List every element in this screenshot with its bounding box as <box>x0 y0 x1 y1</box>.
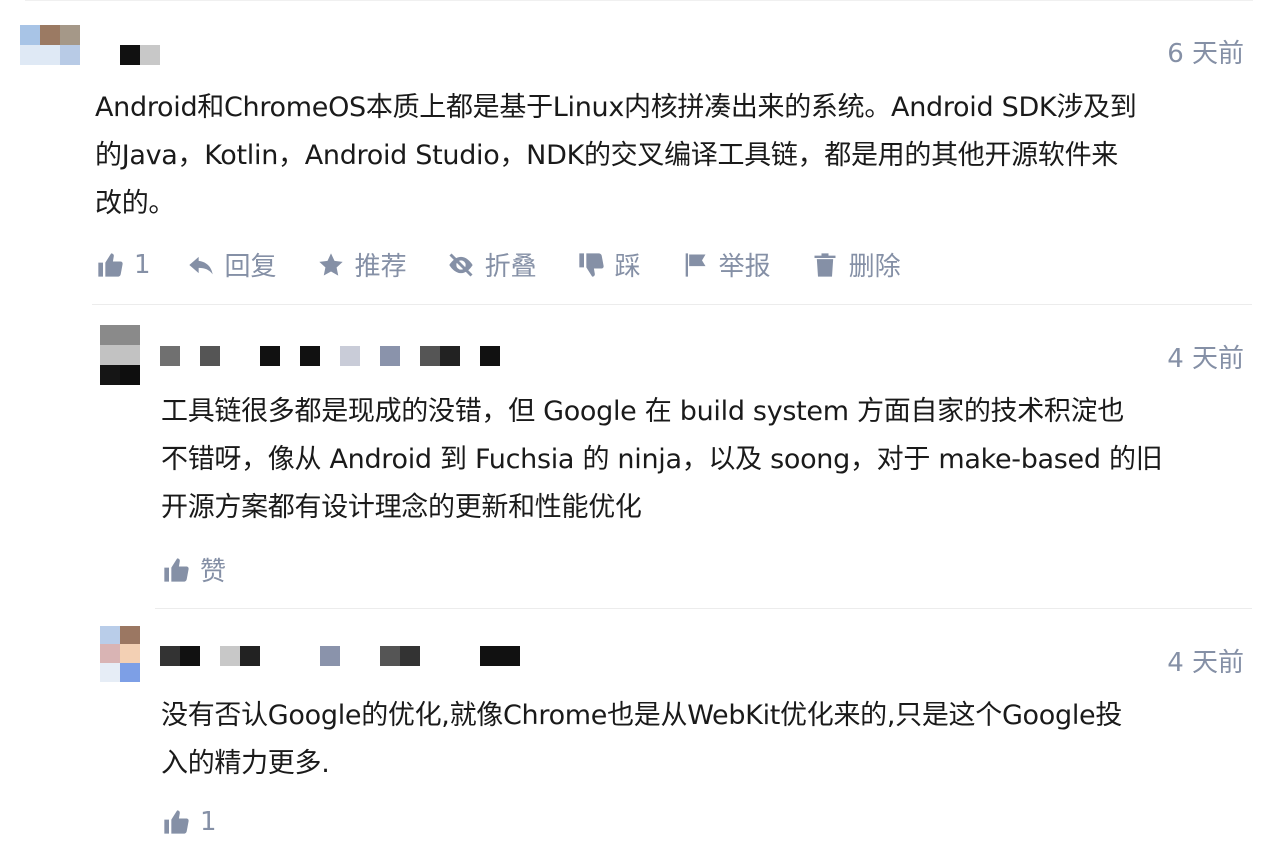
star-plus-icon <box>318 252 343 276</box>
divider <box>92 304 1252 305</box>
delete-button[interactable]: 删除 <box>811 246 901 283</box>
comment-line: 没有否认Google的优化,就像Chrome也是从WebKit优化来的,只是这个… <box>161 700 1123 731</box>
avatar[interactable] <box>100 626 140 682</box>
flag-icon <box>685 252 706 277</box>
comment-actions: 赞 <box>162 551 266 588</box>
comment-line: 的Java，Kotlin，Android Studio，NDK的交叉编译工具链，… <box>95 140 1118 171</box>
report-button[interactable]: 举报 <box>681 246 771 283</box>
comment-line: 开源方案都有设计理念的更新和性能优化 <box>161 492 642 523</box>
like-label: 赞 <box>200 557 227 587</box>
fold-button[interactable]: 折叠 <box>447 246 537 283</box>
username[interactable] <box>120 45 160 65</box>
like-button[interactable]: 1 <box>96 250 151 280</box>
top-divider <box>25 0 1253 1</box>
recommend-button[interactable]: 推荐 <box>317 246 407 283</box>
avatar[interactable] <box>20 25 80 65</box>
downvote-label: 踩 <box>614 252 641 282</box>
report-label: 举报 <box>718 252 771 282</box>
eye-slash-icon <box>448 252 473 277</box>
comment-body: Android和ChromeOS本质上都是基于Linux内核拼凑出来的系统。An… <box>95 84 1255 228</box>
comment-body: 没有否认Google的优化,就像Chrome也是从WebKit优化来的,只是这个… <box>161 692 1251 788</box>
reply-label: 回复 <box>224 252 277 282</box>
comment-line: Android和ChromeOS本质上都是基于Linux内核拼凑出来的系统。An… <box>95 92 1137 123</box>
downvote-button[interactable]: 踩 <box>577 246 641 283</box>
comment-actions: 1 <box>162 807 257 837</box>
comment-time: 6 天前 <box>1167 39 1244 69</box>
like-count: 1 <box>200 807 217 837</box>
trash-icon <box>814 252 836 277</box>
like-button[interactable]: 1 <box>162 807 217 837</box>
comment-line: 入的精力更多. <box>161 748 330 779</box>
comment-time: 4 天前 <box>1167 344 1244 374</box>
like-button[interactable]: 赞 <box>162 551 226 588</box>
delete-label: 删除 <box>848 252 901 282</box>
recommend-label: 推荐 <box>354 252 407 282</box>
reply-button[interactable]: 回复 <box>187 246 277 283</box>
comment-line: 工具链很多都是现成的没错，但 Google 在 build system 方面自… <box>161 396 1125 427</box>
avatar[interactable] <box>100 325 140 385</box>
divider <box>155 608 1252 609</box>
reply-arrow-icon <box>188 256 213 274</box>
thumbs-down-icon <box>578 252 604 277</box>
thumbs-up-icon <box>164 557 189 582</box>
thumbs-up-icon <box>98 252 123 277</box>
comment-time: 4 天前 <box>1167 648 1244 678</box>
thumbs-up-icon <box>164 810 189 834</box>
comment-line: 改的。 <box>95 188 176 219</box>
comment-actions: 1 回复 推荐 折叠 踩 举报 删除 <box>96 246 941 283</box>
fold-label: 折叠 <box>484 252 537 282</box>
username[interactable] <box>160 646 520 666</box>
comment-body: 工具链很多都是现成的没错，但 Google 在 build system 方面自… <box>161 388 1251 532</box>
like-count: 1 <box>134 249 151 280</box>
comment-line: 不错呀，像从 Android 到 Fuchsia 的 ninja，以及 soon… <box>161 444 1163 475</box>
username[interactable] <box>160 346 500 366</box>
